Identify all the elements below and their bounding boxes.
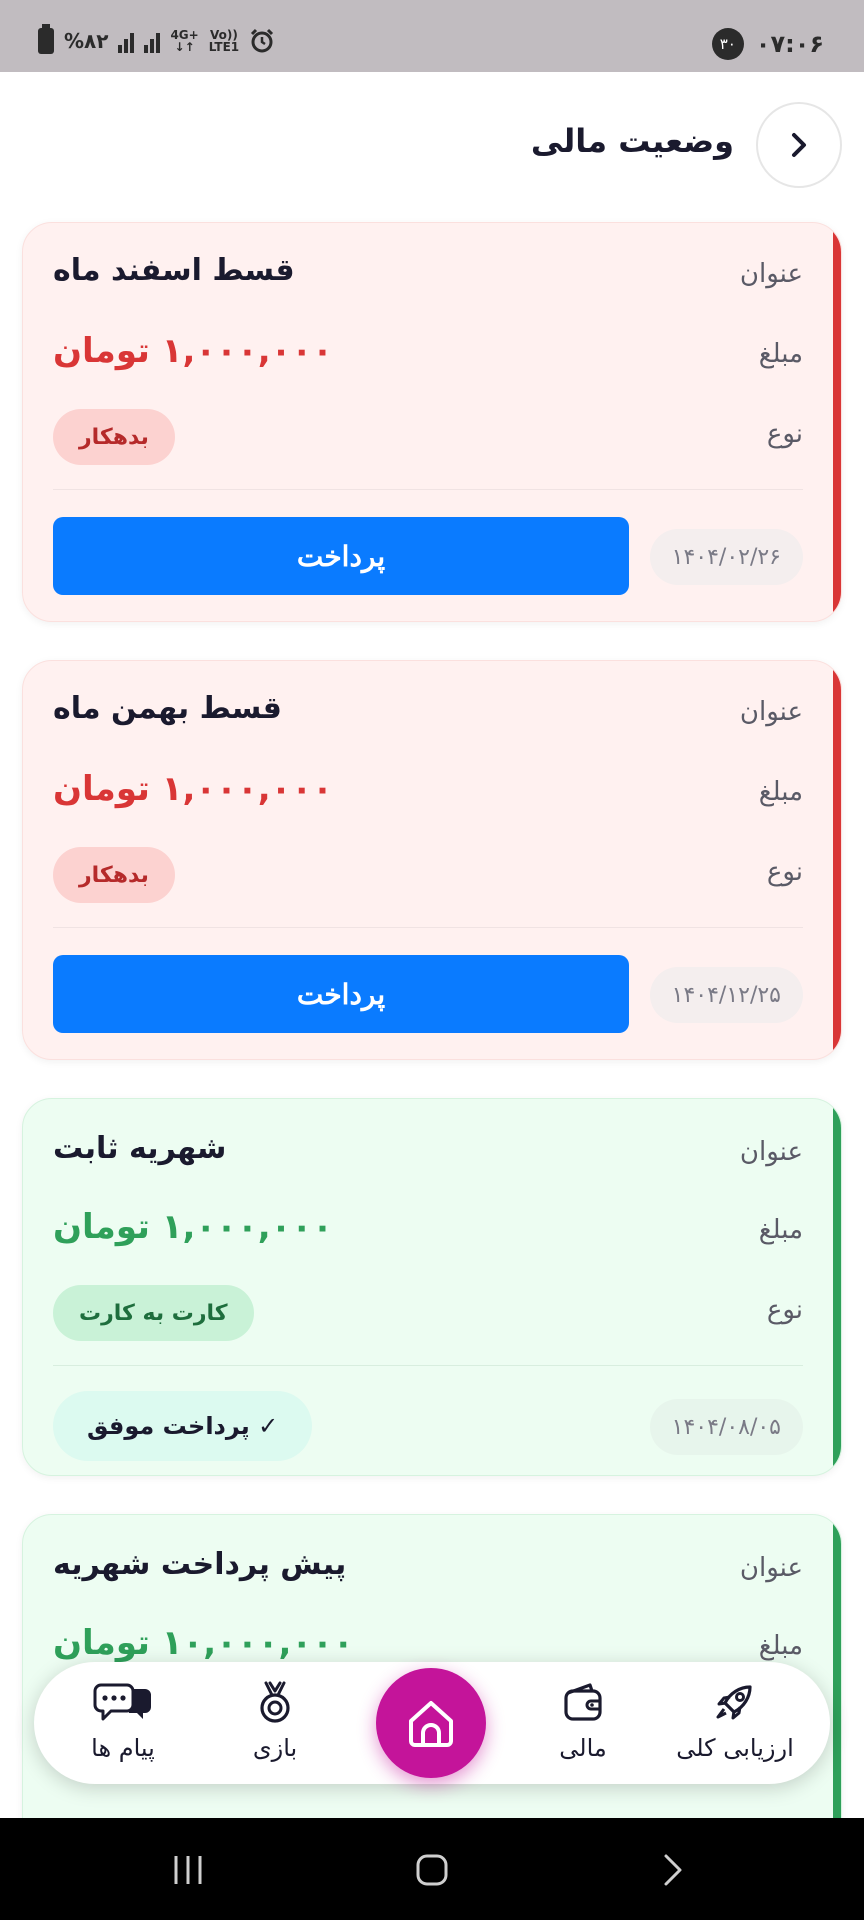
pay-button[interactable]: پرداخت [53,955,629,1033]
page-header: وضعیت مالی [0,72,864,212]
card-amount: ۱,۰۰۰,۰۰۰ تومان [53,1207,333,1247]
title-label: عنوان [739,1137,803,1167]
title-label: عنوان [739,259,803,289]
medal-icon [252,1676,298,1728]
nav-label: بازی [252,1734,298,1762]
nav-label: پیام ها [91,1734,155,1762]
nav-item-finance[interactable]: مالی [508,1676,658,1776]
notification-badge: ۳۰ [711,28,744,60]
signal-icon [118,29,135,53]
card-title: قسط اسفند ماه [53,253,295,288]
type-badge: بدهکار [53,409,175,465]
wallet-icon [560,1676,606,1728]
page-title: وضعیت مالی [530,122,734,160]
transaction-card: عنوان قسط اسفند ماه مبلغ ۱,۰۰۰,۰۰۰ تومان… [22,222,842,622]
status-right: ۳۰ ۰۷:۰۶ [711,28,824,60]
clock: ۰۷:۰۶ [755,30,824,58]
home-system-button[interactable] [410,1848,454,1892]
recents-icon [174,1856,202,1884]
battery-icon [38,24,54,54]
nav-item-messages[interactable]: پیام ها [48,1676,198,1776]
nav-item-overall-assessment[interactable]: ارزیابی کلی [660,1676,810,1776]
rocket-icon [712,1676,758,1728]
transaction-card: عنوان شهریه ثابت مبلغ ۱,۰۰۰,۰۰۰ تومان نو… [22,1098,842,1476]
type-badge: بدهکار [53,847,175,903]
amount-label: مبلغ [758,1631,803,1661]
transaction-card: عنوان قسط بهمن ماه مبلغ ۱,۰۰۰,۰۰۰ تومان … [22,660,842,1060]
title-label: عنوان [739,697,803,727]
recents-button[interactable] [168,1848,208,1892]
back-icon [664,1854,682,1886]
battery-percent: %۸۲ [64,29,109,53]
system-nav-bar [0,1818,864,1920]
card-amount: ۱,۰۰۰,۰۰۰ تومان [53,769,333,809]
amount-label: مبلغ [758,777,803,807]
type-label: نوع [766,1295,803,1325]
network-type: 4G+ ↓↑ [170,29,198,53]
date-badge: ۱۴۰۴/۱۲/۲۵ [649,967,803,1023]
amount-label: مبلغ [758,1215,803,1245]
nav-item-game[interactable]: بازی [200,1676,350,1776]
card-title: قسط بهمن ماه [53,691,282,726]
chevron-right-icon [792,133,806,157]
status-accent-bar [833,1515,841,1853]
home-icon [409,1701,453,1747]
type-badge: کارت به کارت [53,1285,254,1341]
nav-label: ارزیابی کلی [676,1734,794,1762]
home-button[interactable] [376,1668,486,1778]
volte-bottom: LTE1 [208,40,240,54]
divider [53,1365,803,1366]
status-bar: %۸۲ 4G+ ↓↑ Vo)) LTE1 ۳۰ ۰۷:۰۶ [0,0,864,72]
card-amount: ۱۰,۰۰۰,۰۰۰ تومان [53,1623,354,1663]
status-accent-bar [833,661,841,1059]
type-label: نوع [766,857,803,887]
type-label: نوع [766,419,803,449]
card-title: شهریه ثابت [53,1131,227,1166]
back-system-button[interactable] [652,1848,692,1892]
bottom-nav: ارزیابی کلی مالی بازی پیام ها [34,1662,830,1784]
nav-label: مالی [559,1734,607,1762]
amount-label: مبلغ [758,339,803,369]
divider [53,927,803,928]
chat-icon [93,1676,153,1728]
title-label: عنوان [739,1553,803,1583]
status-accent-bar [833,1099,841,1475]
network-type-bottom: ↓↑ [174,40,195,54]
divider [53,489,803,490]
home-circle-icon [416,1854,448,1886]
status-accent-bar [833,223,841,621]
alarm-icon [251,28,274,53]
volte-indicator: Vo)) LTE1 [209,29,239,53]
signal-icon-2 [144,29,161,53]
payment-success-badge: ✓ پرداخت موفق [53,1391,313,1461]
pay-button[interactable]: پرداخت [53,517,629,595]
card-title: پیش پرداخت شهریه [53,1547,347,1582]
status-left: %۸۲ 4G+ ↓↑ Vo)) LTE1 [38,24,275,54]
date-badge: ۱۴۰۴/۰۲/۲۶ [649,529,803,585]
back-button[interactable] [756,102,842,188]
card-amount: ۱,۰۰۰,۰۰۰ تومان [53,331,333,371]
date-badge: ۱۴۰۴/۰۸/۰۵ [649,1399,803,1455]
